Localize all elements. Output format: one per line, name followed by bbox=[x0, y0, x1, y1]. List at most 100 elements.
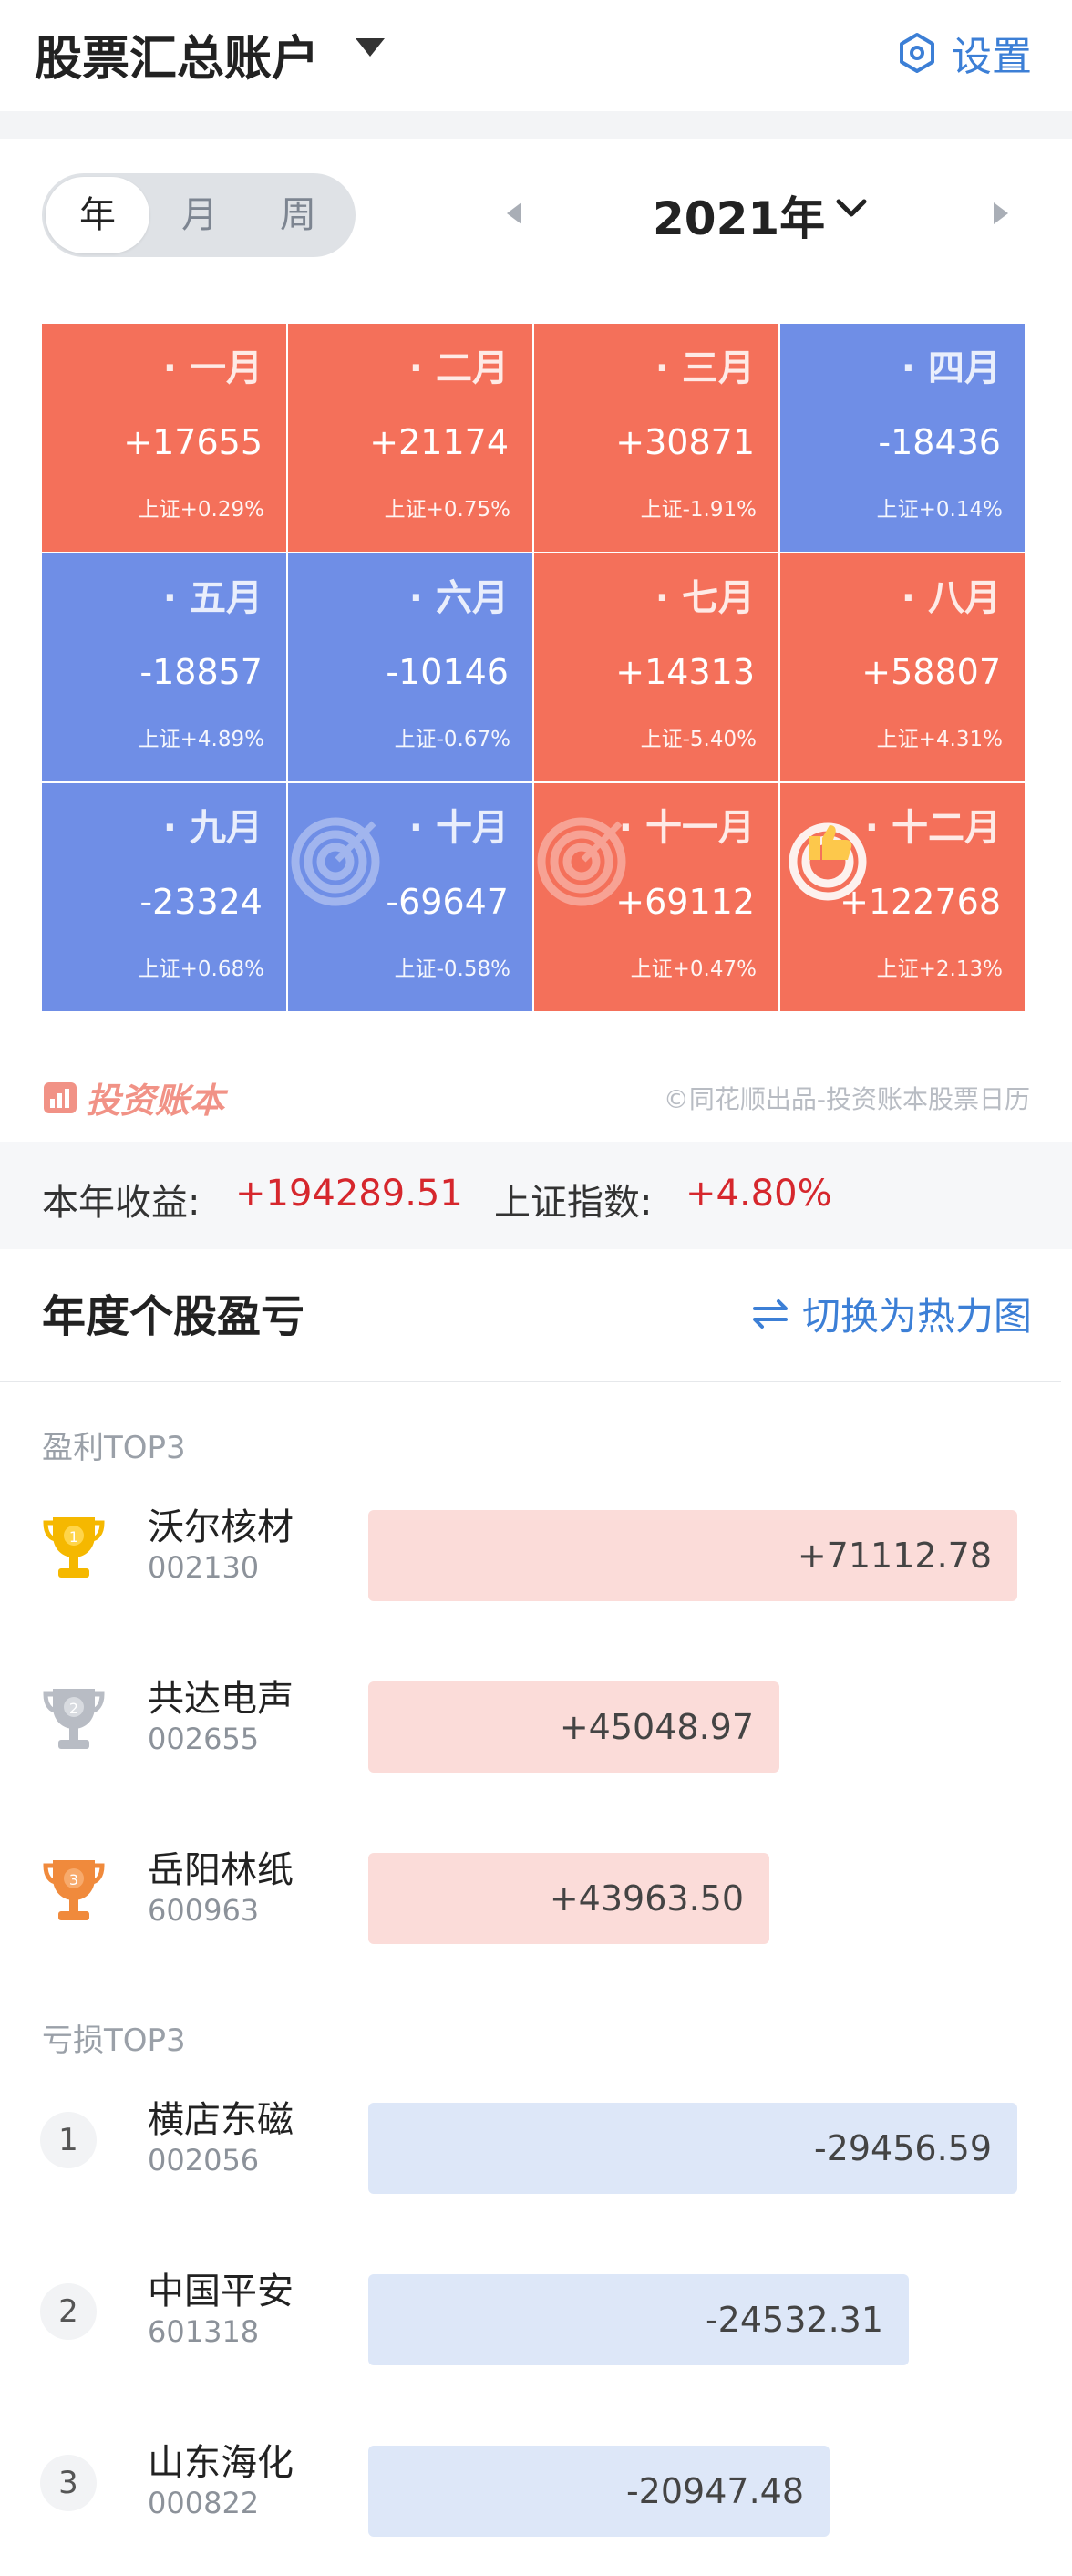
month-profit: -23324 bbox=[139, 882, 263, 922]
account-title[interactable]: 股票汇总账户 bbox=[35, 20, 319, 88]
header-divider bbox=[0, 111, 1072, 139]
month-profit: +21174 bbox=[369, 422, 509, 462]
month-index-change: 上证+0.75% bbox=[384, 498, 510, 522]
month-cell[interactable]: 十二月 +122768 上证+2.13% bbox=[780, 783, 1025, 1011]
tab-week[interactable]: 周 bbox=[250, 173, 346, 257]
month-cell[interactable]: 一月 +17655 上证+0.29% bbox=[42, 324, 286, 552]
month-cell[interactable]: 三月 +30871 上证-1.91% bbox=[534, 324, 778, 552]
ranking-row[interactable]: 3 岳阳林纸 600963 +43963.50 bbox=[0, 1840, 1072, 1950]
month-profit: -18436 bbox=[878, 422, 1001, 462]
month-cell[interactable]: 七月 +14313 上证-5.40% bbox=[534, 553, 778, 781]
rank-number: 1 bbox=[40, 2112, 97, 2168]
section-divider bbox=[0, 1381, 1061, 1382]
section-title: 年度个股盈亏 bbox=[42, 1291, 305, 1342]
tab-month[interactable]: 月 bbox=[151, 173, 248, 257]
index-label: 上证指数: bbox=[494, 1182, 653, 1224]
month-name: 三月 bbox=[655, 338, 755, 391]
month-index-change: 上证+4.31% bbox=[876, 728, 1003, 751]
month-cell[interactable]: 二月 +21174 上证+0.75% bbox=[288, 324, 532, 552]
month-profit: +14313 bbox=[615, 652, 755, 692]
month-name: 五月 bbox=[163, 568, 263, 621]
stock-code: 002655 bbox=[148, 1722, 260, 1756]
target-icon bbox=[291, 817, 380, 906]
month-calendar-grid: 一月 +17655 上证+0.29% 二月 +21174 上证+0.75% 三月 +30871… bbox=[42, 324, 1025, 1017]
month-index-change: 上证+0.29% bbox=[138, 498, 264, 522]
month-name: 十二月 bbox=[865, 798, 1001, 851]
month-index-change: 上证+0.68% bbox=[138, 957, 264, 981]
year-selector[interactable]: 2021年 bbox=[653, 182, 825, 248]
index-value: +4.80% bbox=[685, 1173, 832, 1215]
month-profit: +122768 bbox=[840, 882, 1001, 922]
brand-name: 投资账本 bbox=[86, 1081, 225, 1121]
app-header: 股票汇总账户 设置 bbox=[0, 0, 1072, 111]
month-name: 四月 bbox=[902, 338, 1001, 391]
settings-icon bbox=[900, 33, 934, 73]
month-profit: +58807 bbox=[861, 652, 1001, 692]
month-name: 六月 bbox=[409, 568, 509, 621]
credit-text: ©同花顺出品-投资账本股票日历 bbox=[663, 1084, 1030, 1114]
stock-name: 山东海化 bbox=[148, 2442, 294, 2484]
month-index-change: 上证-0.67% bbox=[394, 728, 510, 751]
loss-bar: -29456.59 bbox=[368, 2103, 1017, 2194]
month-name: 十月 bbox=[409, 798, 509, 851]
year-profit-label: 本年收益: bbox=[42, 1182, 201, 1224]
ledger-logo-icon bbox=[44, 1081, 77, 1113]
month-index-change: 上证+2.13% bbox=[876, 957, 1003, 981]
year-summary-bar: 本年收益: +194289.51 上证指数: +4.80% bbox=[0, 1142, 1072, 1249]
month-profit: -10146 bbox=[386, 652, 509, 692]
month-cell[interactable]: 十月 -69647 上证-0.58% bbox=[288, 783, 532, 1011]
month-cell[interactable]: 四月 -18436 上证+0.14% bbox=[780, 324, 1025, 552]
period-segmented-control: 年 月 周 bbox=[42, 173, 356, 257]
month-name: 十一月 bbox=[619, 798, 755, 851]
rank-number: 3 bbox=[40, 2455, 97, 2511]
bronze-trophy-icon: 3 bbox=[43, 1860, 105, 1920]
rank-number: 3 bbox=[69, 1871, 78, 1888]
ranking-row[interactable]: 3 山东海化 000822 -20947.48 bbox=[0, 2433, 1072, 2542]
settings-button[interactable]: 设置 bbox=[895, 24, 1032, 82]
profit-bar: +71112.78 bbox=[368, 1510, 1017, 1601]
next-year-icon[interactable] bbox=[994, 202, 1008, 224]
month-name: 一月 bbox=[163, 338, 263, 391]
month-name: 七月 bbox=[655, 568, 755, 621]
ranking-row[interactable]: 1 沃尔核材 002130 +71112.78 bbox=[0, 1497, 1072, 1607]
gold-trophy-icon: 1 bbox=[43, 1517, 105, 1578]
stock-name: 中国平安 bbox=[148, 2271, 294, 2312]
stock-code: 000822 bbox=[148, 2486, 260, 2520]
switch-heatmap-button[interactable]: 切换为热力图 bbox=[749, 1286, 1032, 1341]
profit-bar: +43963.50 bbox=[368, 1853, 769, 1944]
brand-watermark: 投资账本 bbox=[42, 1072, 224, 1122]
loss-top3-label: 亏损TOP3 bbox=[42, 2023, 186, 2059]
chevron-down-icon[interactable] bbox=[835, 195, 868, 222]
month-profit: +17655 bbox=[123, 422, 263, 462]
month-index-change: 上证-5.40% bbox=[640, 728, 757, 751]
month-index-change: 上证+4.89% bbox=[138, 728, 264, 751]
stock-name: 岳阳林纸 bbox=[148, 1849, 294, 1891]
month-cell[interactable]: 六月 -10146 上证-0.67% bbox=[288, 553, 532, 781]
loss-bar: -24532.31 bbox=[368, 2274, 909, 2365]
month-cell[interactable]: 九月 -23324 上证+0.68% bbox=[42, 783, 286, 1011]
month-cell[interactable]: 十一月 +69112 上证+0.47% bbox=[534, 783, 778, 1011]
ranking-row[interactable]: 1 横店东磁 002056 -29456.59 bbox=[0, 2090, 1072, 2199]
stock-name: 沃尔核材 bbox=[148, 1506, 294, 1548]
tab-year[interactable]: 年 bbox=[46, 177, 149, 253]
prev-year-icon[interactable] bbox=[507, 202, 521, 224]
stock-code: 002056 bbox=[148, 2143, 260, 2178]
stock-code: 600963 bbox=[148, 1893, 260, 1928]
month-profit: -69647 bbox=[386, 882, 509, 922]
month-name: 二月 bbox=[409, 338, 509, 391]
stock-name: 共达电声 bbox=[148, 1678, 294, 1720]
switch-heatmap-label: 切换为热力图 bbox=[801, 1294, 1032, 1339]
month-profit: +69112 bbox=[615, 882, 755, 922]
settings-label: 设置 bbox=[952, 34, 1032, 80]
month-index-change: 上证+0.14% bbox=[876, 498, 1003, 522]
rank-number: 1 bbox=[69, 1528, 78, 1546]
month-profit: -18857 bbox=[139, 652, 263, 692]
year-profit-value: +194289.51 bbox=[235, 1173, 463, 1215]
month-index-change: 上证-1.91% bbox=[640, 498, 757, 522]
month-cell[interactable]: 八月 +58807 上证+4.31% bbox=[780, 553, 1025, 781]
ranking-row[interactable]: 2 中国平安 601318 -24532.31 bbox=[0, 2261, 1072, 2371]
month-cell[interactable]: 五月 -18857 上证+4.89% bbox=[42, 553, 286, 781]
ranking-row[interactable]: 2 共达电声 002655 +45048.97 bbox=[0, 1669, 1072, 1778]
account-dropdown-icon[interactable] bbox=[356, 38, 385, 57]
stock-name: 横店东磁 bbox=[148, 2099, 294, 2141]
